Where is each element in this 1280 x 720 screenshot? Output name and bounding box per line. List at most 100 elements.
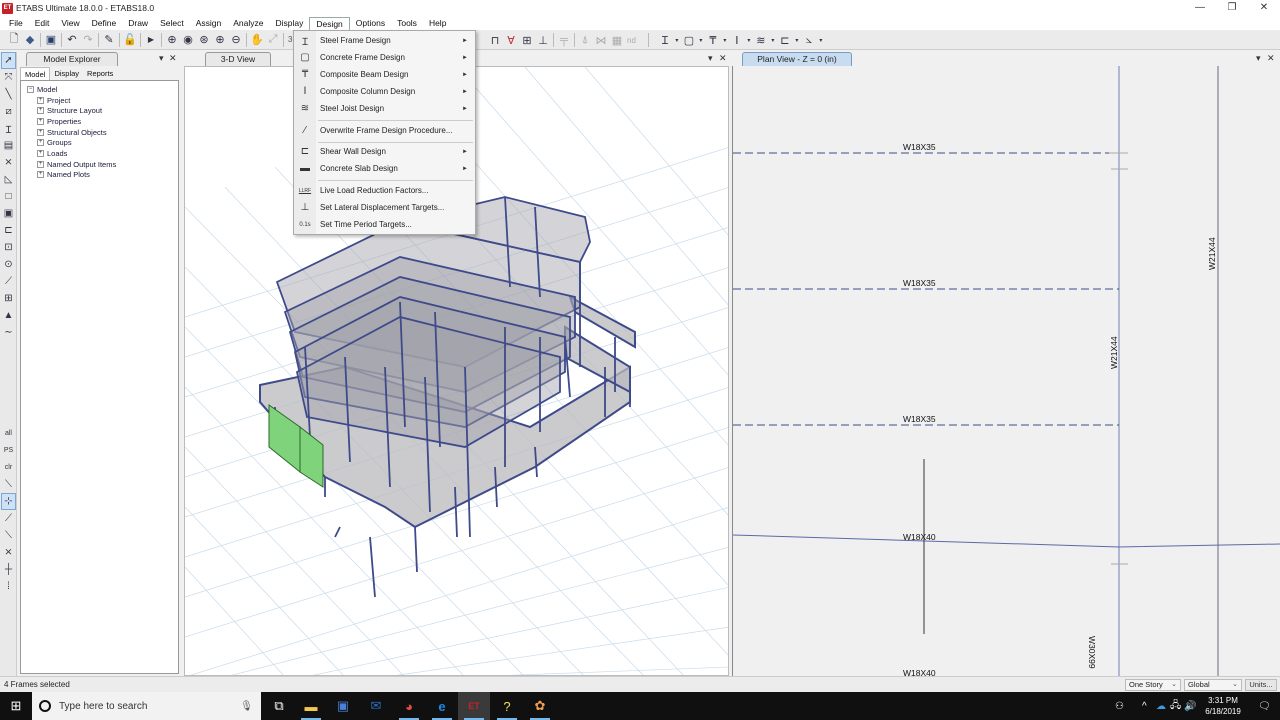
action-center-icon[interactable]: 🗨 xyxy=(1258,692,1271,720)
minimize-button[interactable]: — xyxy=(1184,0,1216,16)
dropdown-arrow-icon[interactable]: ▾ xyxy=(793,32,801,48)
menu-item-set-lateral-displacement-targets[interactable]: ⊥ Set Lateral Displacement Targets... xyxy=(294,199,475,216)
rubber-band-icon[interactable]: ⤢ xyxy=(265,32,281,48)
plan-view-tab[interactable]: Plan View - Z = 0 (in) xyxy=(742,52,852,66)
units-button[interactable]: Units... xyxy=(1245,679,1277,691)
expand-icon[interactable]: + xyxy=(37,128,44,136)
snap-perpendicular-icon[interactable]: ⟍ xyxy=(1,527,16,544)
collapse-icon[interactable]: − xyxy=(27,85,34,93)
menu-file[interactable]: File xyxy=(3,16,29,30)
tray-chevron-icon[interactable]: ^ xyxy=(1142,692,1147,720)
plan-view-canvas[interactable]: W18X35 W18X35 W18X35 W18X40 W18X40 W21X4… xyxy=(732,66,1280,676)
snap-ends-icon[interactable]: ⟋ xyxy=(1,510,16,527)
draw-brace-icon[interactable]: ▤ xyxy=(1,137,16,154)
draw-tendon-icon[interactable]: ∼ xyxy=(1,324,16,341)
zoom-out-icon[interactable]: ⊖ xyxy=(228,32,244,48)
snap-midpoint-icon[interactable]: ┼ xyxy=(1,561,16,578)
steel-joist-design-icon[interactable]: ≋ xyxy=(753,32,769,48)
snap-intersection-icon[interactable]: ⨯ xyxy=(1,544,16,561)
draw-link-icon[interactable]: ⟋ xyxy=(1,273,16,290)
chrome-icon[interactable]: ◕ xyxy=(393,692,425,720)
menu-help[interactable]: Help xyxy=(423,16,452,30)
pin-dropdown-icon[interactable]: ▾ xyxy=(708,53,713,64)
draw-section-cut-icon[interactable]: ▲ xyxy=(1,307,16,324)
slab-design-icon[interactable]: ⦣ xyxy=(801,32,817,48)
menu-display[interactable]: Display xyxy=(269,16,309,30)
menu-select[interactable]: Select xyxy=(154,16,190,30)
onedrive-icon[interactable]: ☁ xyxy=(1156,692,1166,720)
outlook-icon[interactable]: ✉ xyxy=(360,692,392,720)
select-pointer-icon[interactable]: ➚ xyxy=(1,52,16,69)
reshape-icon[interactable]: ⤧ xyxy=(1,69,16,86)
tree-item-properties[interactable]: + Properties xyxy=(27,116,178,127)
tree-item-named-output-items[interactable]: + Named Output Items xyxy=(27,159,178,170)
windows-start-icon[interactable]: ⊞ xyxy=(0,692,32,720)
taskbar-clock[interactable]: 3:31 PM 6/18/2019 xyxy=(1198,695,1248,717)
tree-item-structural-objects[interactable]: + Structural Objects xyxy=(27,127,178,138)
clear-selection-icon[interactable]: clr xyxy=(1,459,16,476)
restore-button[interactable]: ❐ xyxy=(1216,0,1248,16)
menu-item-composite-beam-design[interactable]: ₸ Composite Beam Design ► xyxy=(294,66,475,83)
help-file-icon[interactable]: ? xyxy=(491,692,523,720)
open-icon[interactable]: ◆ xyxy=(22,32,38,48)
microphone-icon[interactable]: 🎙 xyxy=(240,701,253,712)
close-panel-icon[interactable]: ✕ xyxy=(719,53,727,64)
draw-column-icon[interactable]: Ɪ xyxy=(1,120,16,137)
draw-floor-icon[interactable]: ◺ xyxy=(1,171,16,188)
expand-icon[interactable]: + xyxy=(37,160,44,168)
menu-edit[interactable]: Edit xyxy=(29,16,56,30)
expand-icon[interactable]: + xyxy=(37,139,44,147)
snap-grid-icon[interactable]: ⁞ xyxy=(1,578,16,595)
undo-icon[interactable]: ↶ xyxy=(64,32,80,48)
menu-tools[interactable]: Tools xyxy=(391,16,423,30)
moment-icon[interactable]: ⋈ xyxy=(593,32,609,48)
support-icon[interactable]: ⊥ xyxy=(535,32,551,48)
foundation-icon[interactable]: ⊞ xyxy=(519,32,535,48)
pin-dropdown-icon[interactable]: ▾ xyxy=(159,53,164,64)
volume-icon[interactable]: 🔊 xyxy=(1184,692,1196,720)
composite-column-design-icon[interactable]: Ⅰ xyxy=(729,32,745,48)
tree-item-groups[interactable]: + Groups xyxy=(27,137,178,148)
menu-view[interactable]: View xyxy=(55,16,85,30)
expand-icon[interactable]: + xyxy=(37,107,44,115)
menu-item-concrete-slab-design[interactable]: ▬ Concrete Slab Design ► xyxy=(294,160,475,177)
app-flower-icon[interactable]: ✿ xyxy=(524,692,556,720)
tab-reports[interactable]: Reports xyxy=(83,67,117,80)
redo-icon[interactable]: ↷ xyxy=(80,32,96,48)
tree-item-project[interactable]: + Project xyxy=(27,95,178,106)
menu-item-overwrite-frame-design-procedure[interactable]: ⁄ Overwrite Frame Design Procedure... xyxy=(294,122,475,139)
zoom-previous-icon[interactable]: ⊛ xyxy=(196,32,212,48)
zoom-window-icon[interactable]: ⊕ xyxy=(164,32,180,48)
tree-item-named-plots[interactable]: + Named Plots xyxy=(27,170,178,181)
remote-desktop-icon[interactable]: ▣ xyxy=(327,692,359,720)
dropdown-arrow-icon[interactable]: ▾ xyxy=(673,32,681,48)
pin-dropdown-icon[interactable]: ▾ xyxy=(1256,53,1261,64)
task-view-icon[interactable]: ⧉ xyxy=(263,692,295,720)
menu-design[interactable]: Design xyxy=(309,16,350,30)
nd-button[interactable]: nd xyxy=(627,36,636,45)
model-explorer-tab[interactable]: Model Explorer xyxy=(26,52,118,66)
quick-draw-floor-icon[interactable]: ▣ xyxy=(1,205,16,222)
dropdown-arrow-icon[interactable]: ▾ xyxy=(721,32,729,48)
frame-icon[interactable]: ╤ xyxy=(556,32,572,48)
taskbar-search-box[interactable]: Type here to search 🎙 xyxy=(32,692,261,720)
expand-icon[interactable]: + xyxy=(37,171,44,179)
previous-selection-icon[interactable]: PS xyxy=(1,442,16,459)
composite-beam-design-icon[interactable]: ₸ xyxy=(705,32,721,48)
draw-opening-icon[interactable]: ⊙ xyxy=(1,256,16,273)
tree-item-structure-layout[interactable]: + Structure Layout xyxy=(27,105,178,116)
3d-view-tab[interactable]: 3-D View xyxy=(205,52,271,66)
network-icon[interactable]: 🖧 xyxy=(1170,692,1181,720)
menu-item-live-load-reduction-factors[interactable]: LLRF Live Load Reduction Factors... xyxy=(294,182,475,199)
table-icon[interactable]: ▦ xyxy=(609,32,625,48)
expand-icon[interactable]: + xyxy=(37,149,44,157)
steel-frame-design-icon[interactable]: Ɪ xyxy=(657,32,673,48)
close-panel-icon[interactable]: ✕ xyxy=(169,53,177,64)
menu-item-shear-wall-design[interactable]: ⊏ Shear Wall Design ► xyxy=(294,143,475,160)
quick-draw-wall-icon[interactable]: ⊡ xyxy=(1,239,16,256)
menu-item-concrete-frame-design[interactable]: ▢ Concrete Frame Design ► xyxy=(294,49,475,66)
menu-item-steel-joist-design[interactable]: ≋ Steel Joist Design ► xyxy=(294,100,475,117)
menu-analyze[interactable]: Analyze xyxy=(227,16,269,30)
tab-model[interactable]: Model xyxy=(20,67,51,80)
menu-item-set-time-period-targets[interactable]: 0.1s Set Time Period Targets... xyxy=(294,216,475,233)
